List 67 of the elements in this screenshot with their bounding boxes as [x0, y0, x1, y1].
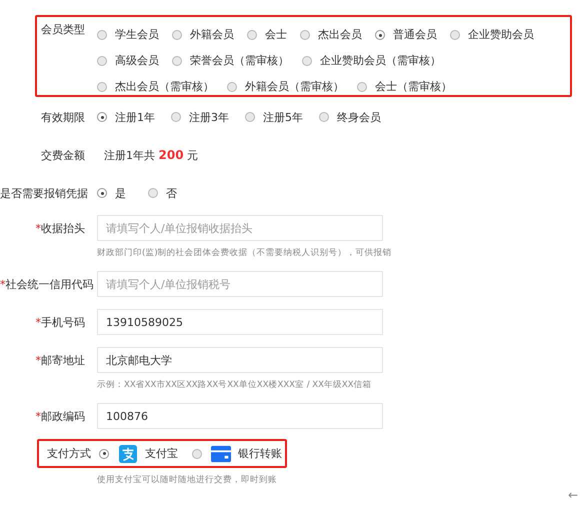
field-label: *手机号码 [34, 314, 86, 330]
radio-button[interactable] [99, 448, 109, 458]
radio-button[interactable] [97, 82, 107, 92]
hint-text: 财政部门印(监)制的社会团体会费收据（不需要纳税人识别号），可供报销 [97, 247, 393, 259]
radio-button[interactable] [227, 82, 237, 92]
required-mark: * [36, 222, 41, 234]
field-label: *邮寄地址 [34, 352, 86, 368]
field-label: 会员类型 [40, 22, 86, 37]
radio-option[interactable]: 杰出会员 [300, 22, 362, 48]
field-label: 交费金额 [40, 148, 86, 162]
field-label: *邮政编码 [34, 408, 86, 424]
radio-option[interactable]: 荣誉会员（需审核） [172, 48, 289, 74]
radio-option[interactable]: 否 [148, 186, 177, 200]
radio-option[interactable]: 普通会员 [375, 22, 437, 48]
alipay-icon [118, 444, 138, 462]
input-field[interactable]: 北京邮电大学 [97, 347, 383, 373]
radio-option[interactable]: 高级会员 [97, 48, 159, 74]
required-mark: * [36, 410, 41, 422]
field-label: 是否需要报销凭据 [0, 186, 89, 200]
radio-button[interactable] [172, 30, 182, 40]
hint-text: 使用支付宝可以随时随地进行交费，即时到账 [97, 474, 278, 486]
radio-button[interactable] [172, 56, 182, 66]
radio-button[interactable] [375, 30, 385, 40]
radio-option[interactable]: 企业赞助会员 [450, 22, 534, 48]
fee-amount-text: 注册1年共 200 元 [104, 148, 198, 162]
radio-option[interactable]: 会士（需审核） [357, 74, 452, 100]
radio-option[interactable]: 注册5年 [245, 110, 319, 124]
radio-option[interactable]: 会士 [247, 22, 287, 48]
radio-option[interactable]: 外籍会员 [172, 22, 234, 48]
radio-option[interactable]: 支付宝 [99, 444, 178, 462]
radio-button[interactable] [97, 188, 107, 198]
input-field[interactable]: 请填写个人/单位报销收据抬头 [97, 215, 383, 241]
field-label: 支付方式 [46, 446, 92, 461]
radio-button[interactable] [97, 112, 107, 122]
radio-button[interactable] [245, 112, 255, 122]
radio-option[interactable]: 企业赞助会员（需审核） [302, 48, 441, 74]
radio-button[interactable] [171, 112, 181, 122]
radio-button[interactable] [247, 30, 257, 40]
field-label: *社会统一信用代码 [0, 276, 94, 292]
radio-option[interactable]: 终身会员 [319, 110, 393, 124]
radio-option[interactable]: 杰出会员（需审核） [97, 74, 214, 100]
radio-button[interactable] [300, 30, 310, 40]
field-label: 有效期限 [40, 110, 86, 124]
radio-option[interactable]: 银行转账 [192, 444, 282, 462]
required-mark: * [36, 354, 41, 366]
input-field[interactable]: 100876 [97, 403, 383, 429]
required-mark: * [0, 278, 6, 290]
radio-button[interactable] [357, 82, 367, 92]
input-field[interactable]: 13910589025 [97, 309, 383, 335]
radio-button[interactable] [148, 188, 158, 198]
radio-button[interactable] [97, 56, 107, 66]
radio-option[interactable]: 外籍会员（需审核） [227, 74, 344, 100]
radio-button[interactable] [450, 30, 460, 40]
bank-card-icon [211, 444, 231, 462]
radio-button[interactable] [319, 112, 329, 122]
radio-option[interactable]: 是 [97, 186, 126, 200]
radio-button[interactable] [97, 30, 107, 40]
radio-button[interactable] [302, 56, 312, 66]
radio-option[interactable]: 注册1年 [97, 110, 171, 124]
radio-option[interactable]: 注册3年 [171, 110, 245, 124]
back-arrow-icon[interactable]: ← [568, 488, 578, 502]
required-mark: * [36, 316, 41, 328]
hint-text: 示例：XX省XX市XX区XX路XX号XX单位XX楼XXX室 / XX年级XX信箱 [97, 379, 373, 391]
field-label: *收据抬头 [34, 220, 86, 236]
radio-option[interactable]: 学生会员 [97, 22, 159, 48]
radio-button[interactable] [192, 448, 202, 458]
input-field[interactable]: 请填写个人/单位报销税号 [97, 271, 383, 297]
